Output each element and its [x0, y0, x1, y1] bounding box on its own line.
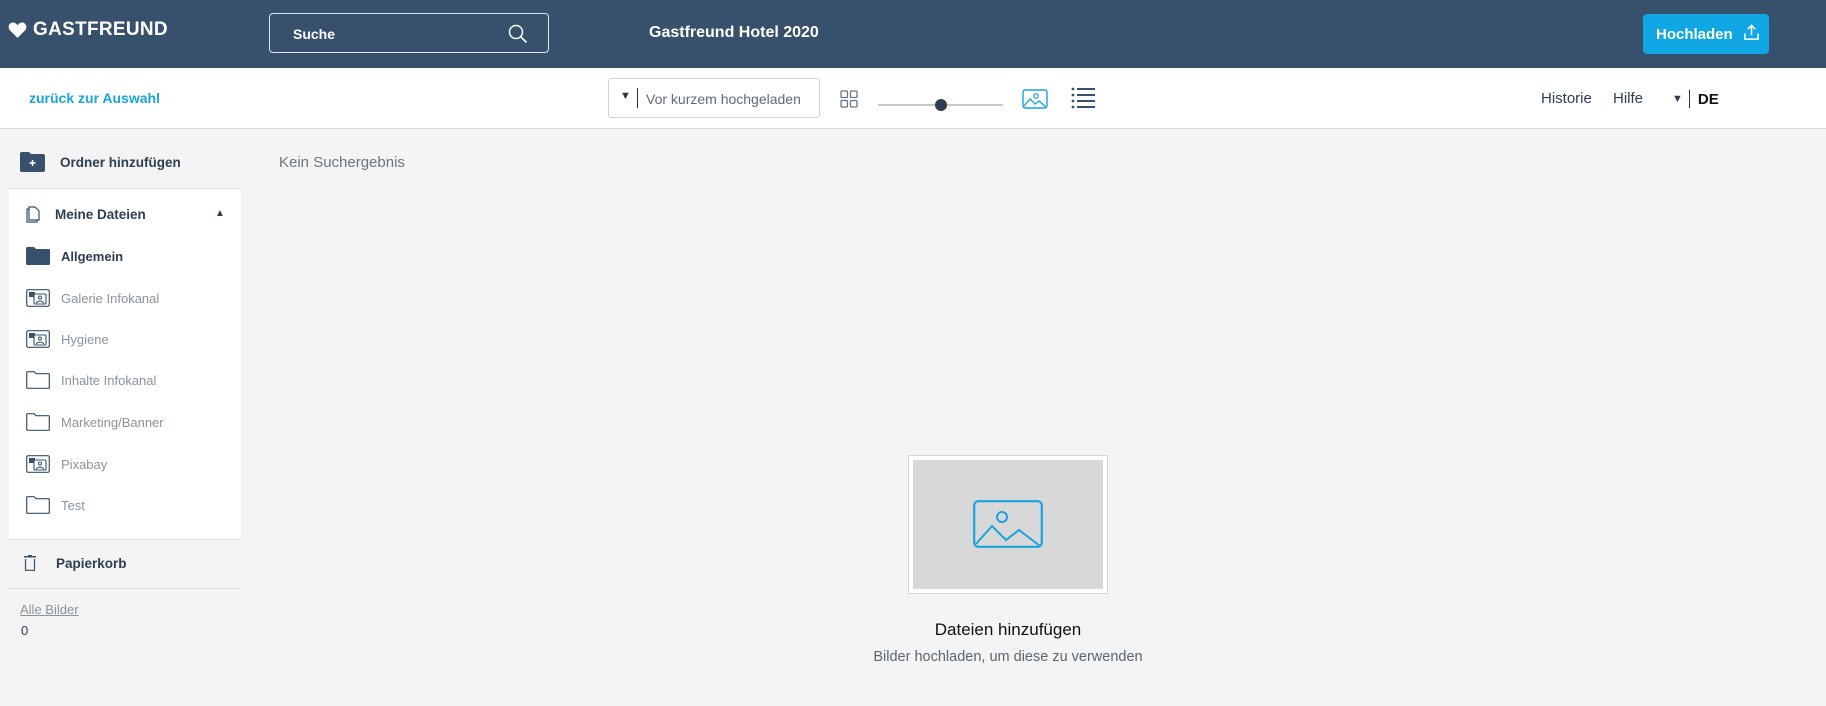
trash-button[interactable]: Papierkorb: [24, 555, 127, 571]
file-icon: [26, 206, 40, 223]
folder-item-galerie-infokanal[interactable]: Galerie Infokanal: [26, 289, 159, 307]
folder-label: Pixabay: [61, 456, 108, 472]
my-files-toggle[interactable]: Meine Dateien ▲: [26, 206, 226, 223]
folder-item-hygiene[interactable]: Hygiene: [26, 330, 109, 348]
trash-icon: [24, 555, 36, 571]
folder-label: Inhalte Infokanal: [61, 372, 157, 388]
gallery-folder-icon: [26, 330, 50, 348]
folder-outline-icon: [26, 413, 50, 431]
folder-label: Galerie Infokanal: [61, 290, 160, 306]
list-view-icon[interactable]: [1071, 87, 1095, 109]
image-placeholder-icon: [973, 500, 1043, 548]
heart-icon: [8, 22, 27, 38]
top-bar: GASTFREUND Suche Gastfreund Hotel 2020 H…: [0, 0, 1826, 68]
dropdown-arrow-icon: ▼: [620, 90, 631, 102]
folder-label: Test: [61, 497, 85, 513]
zoom-slider[interactable]: [878, 96, 1003, 116]
add-folder-label: Ordner hinzufügen: [60, 154, 181, 170]
sidebar-divider: [9, 588, 241, 589]
search-icon[interactable]: [508, 24, 528, 44]
folder-outline-icon: [26, 496, 50, 514]
language-separator: [1688, 90, 1690, 108]
folder-outline-icon: [26, 371, 50, 389]
back-to-selection-link[interactable]: zurück zur Auswahl: [29, 90, 160, 106]
upload-button-label: Hochladen: [1656, 25, 1733, 43]
hotel-title: Gastfreund Hotel 2020: [649, 24, 819, 41]
add-folder-icon: [20, 152, 45, 172]
add-folder-button[interactable]: Ordner hinzufügen: [20, 152, 181, 172]
folder-filled-icon: [26, 247, 50, 265]
search-input[interactable]: Suche: [269, 13, 549, 53]
logo[interactable]: GASTFREUND: [8, 19, 168, 41]
folder-label: Allgemein: [61, 248, 124, 264]
trash-label: Papierkorb: [56, 555, 127, 571]
all-images-count: 0: [21, 623, 29, 638]
collapse-caret-icon: ▲: [215, 208, 225, 219]
folder-item-inhalte-infokanal[interactable]: Inhalte Infokanal: [26, 371, 156, 389]
folder-label: Hygiene: [61, 331, 109, 347]
language-code: DE: [1697, 90, 1719, 108]
search-placeholder: Suche: [293, 26, 336, 42]
folder-label: Marketing/Banner: [61, 414, 164, 430]
my-files-label: Meine Dateien: [55, 207, 146, 222]
my-files-panel: Meine Dateien ▲ Allgemein Galerie Infoka…: [9, 189, 241, 539]
no-search-result-text: Kein Suchergebnis: [279, 154, 405, 171]
folder-item-allgemein[interactable]: Allgemein: [26, 247, 123, 265]
history-link[interactable]: Historie: [1541, 90, 1592, 107]
image-placeholder: [913, 460, 1103, 589]
language-select[interactable]: ▼ DE: [1672, 90, 1719, 108]
grid-view-icon[interactable]: [840, 90, 858, 108]
all-images-link[interactable]: Alle Bilder: [20, 602, 79, 617]
toolbar: zurück zur Auswahl ▼ Vor kurzem hochgela…: [0, 68, 1826, 129]
upload-icon: [1743, 23, 1759, 40]
empty-state-subtitle: Bilder hochladen, um diese zu verwenden: [873, 649, 1143, 665]
add-files-dropzone[interactable]: [908, 455, 1108, 594]
gallery-folder-icon: [26, 455, 50, 473]
upload-button[interactable]: Hochladen: [1643, 14, 1769, 54]
empty-state-title: Dateien hinzufügen: [934, 620, 1082, 639]
logo-text: GASTFREUND: [33, 19, 168, 40]
gallery-folder-icon: [26, 289, 50, 307]
sort-separator: [637, 88, 638, 108]
folder-item-marketing-banner[interactable]: Marketing/Banner: [26, 413, 164, 431]
dropdown-arrow-icon: ▼: [1672, 93, 1683, 105]
sidebar-divider: [9, 539, 241, 540]
image-view-icon[interactable]: [1022, 89, 1048, 109]
folder-item-test[interactable]: Test: [26, 496, 85, 514]
sort-value: Vor kurzem hochgeladen: [646, 91, 801, 107]
help-link[interactable]: Hilfe: [1613, 90, 1643, 107]
sort-select[interactable]: ▼ Vor kurzem hochgeladen: [608, 78, 820, 118]
folder-item-pixabay[interactable]: Pixabay: [26, 455, 107, 473]
zoom-slider-thumb[interactable]: [934, 99, 947, 111]
